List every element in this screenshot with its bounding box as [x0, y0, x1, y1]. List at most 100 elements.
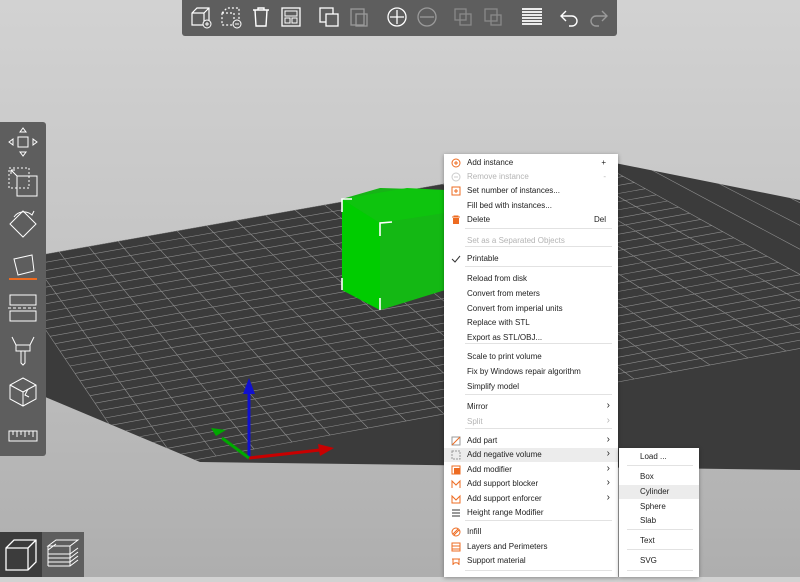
split-objects-button[interactable]: [450, 4, 476, 30]
scale-tool[interactable]: [4, 164, 42, 200]
chevron-right-icon: ›: [607, 399, 610, 413]
menu-separator: [627, 549, 693, 550]
menu-item-label: Remove instance: [467, 170, 529, 184]
measure-tool[interactable]: [4, 418, 42, 454]
negative-volume-submenu: Load ... BoxCylinderSphereSlab Text SVG: [619, 448, 699, 577]
menu-item-support-material[interactable]: Support material: [444, 554, 618, 568]
arrange-button[interactable]: [278, 4, 304, 30]
menu-separator: [465, 394, 612, 395]
top-toolbar: [182, 0, 617, 36]
menu-item-label: Printable: [467, 252, 499, 266]
3d-view-button[interactable]: [0, 532, 42, 577]
menu-item-label: Fill bed with instances...: [467, 199, 552, 213]
menu-item-delete[interactable]: DeleteDel: [444, 213, 618, 227]
menu-item-mirror[interactable]: Mirror›: [444, 400, 618, 414]
chevron-right-icon: ›: [607, 447, 610, 461]
paste-button[interactable]: [346, 4, 372, 30]
check-icon: [451, 254, 461, 264]
menu-item-reload-from-disk[interactable]: Reload from disk: [444, 272, 618, 286]
instances-icon: [451, 186, 461, 196]
chevron-right-icon: ›: [607, 491, 610, 505]
selected-cube[interactable]: [342, 188, 445, 310]
split-parts-icon: [481, 5, 505, 29]
paint-supports-tool[interactable]: [4, 332, 42, 368]
menu-item-label: Reload from disk: [467, 272, 527, 286]
submenu-item-label: Text: [640, 534, 655, 548]
menu-item-convert-from-meters[interactable]: Convert from meters: [444, 287, 618, 301]
menu-item-label: Height range Modifier: [467, 506, 543, 520]
menu-separator: [465, 228, 612, 229]
layers-editing-button[interactable]: [519, 4, 545, 30]
preview-button[interactable]: [42, 532, 84, 577]
menu-separator: [627, 465, 693, 466]
submenu-item-cylinder[interactable]: Cylinder: [619, 485, 699, 499]
menu-item-printable[interactable]: Printable: [444, 252, 618, 266]
cut-tool[interactable]: [4, 290, 42, 326]
menu-item-fix-by-windows-repair-algorithm[interactable]: Fix by Windows repair algorithm: [444, 365, 618, 379]
menu-item-infill[interactable]: Infill: [444, 525, 618, 539]
menu-item-label: Support material: [467, 554, 526, 568]
menu-item-replace-with-stl[interactable]: Replace with STL: [444, 316, 618, 330]
redo-button[interactable]: [586, 4, 612, 30]
submenu-item-box[interactable]: Box: [619, 470, 699, 484]
menu-item-add-support-enforcer[interactable]: Add support enforcer›: [444, 492, 618, 506]
chevron-right-icon: ›: [607, 414, 610, 428]
menu-item-remove-instance[interactable]: Remove instance -: [444, 170, 618, 184]
menu-item-shortcut: Del: [594, 213, 606, 227]
menu-item-label: Add support blocker: [467, 477, 538, 491]
place-on-face-icon: [6, 249, 40, 283]
menu-item-add-modifier[interactable]: Add modifier›: [444, 463, 618, 477]
submenu-item-svg[interactable]: SVG: [619, 554, 699, 568]
menu-separator: [465, 428, 612, 429]
negative-volume-icon: [451, 450, 461, 460]
remove-instance-button[interactable]: [414, 4, 440, 30]
menu-item-split[interactable]: Split›: [444, 415, 618, 429]
menu-item-scale-to-print-volume[interactable]: Scale to print volume: [444, 350, 618, 364]
submenu-item-text[interactable]: Text: [619, 534, 699, 548]
menu-item-add-support-blocker[interactable]: Add support blocker›: [444, 477, 618, 491]
submenu-item-sphere[interactable]: Sphere: [619, 500, 699, 514]
menu-item-simplify-model[interactable]: Simplify model: [444, 380, 618, 394]
arrange-icon: [279, 5, 303, 29]
remove-object-icon: [219, 5, 243, 29]
submenu-item-slab[interactable]: Slab: [619, 514, 699, 528]
undo-button[interactable]: [556, 4, 582, 30]
add-object-icon: [189, 5, 213, 29]
menu-item-shortcut: +: [601, 156, 606, 170]
cut-icon: [6, 291, 40, 325]
rotate-icon: [6, 207, 40, 241]
rotate-tool[interactable]: [4, 206, 42, 242]
support-enforcer-icon: [451, 494, 461, 504]
menu-separator: [465, 570, 612, 571]
menu-item-height-range-modifier[interactable]: Height range Modifier: [444, 506, 618, 520]
menu-item-set-number-of-instances[interactable]: Set number of instances...: [444, 184, 618, 198]
seam-painting-tool[interactable]: [4, 374, 42, 410]
submenu-item-label: Box: [640, 470, 654, 484]
context-menu: Add instance+Remove instance -Set number …: [444, 154, 618, 577]
add-instance-button[interactable]: [384, 4, 410, 30]
submenu-item-label: Slab: [640, 514, 656, 528]
submenu-item-label: Sphere: [640, 500, 666, 514]
menu-item-label: Add negative volume: [467, 448, 542, 462]
delete-all-icon: [249, 5, 273, 29]
remove-button[interactable]: [218, 4, 244, 30]
delete-all-button[interactable]: [248, 4, 274, 30]
left-toolbar: [0, 122, 46, 456]
place-on-face-tool[interactable]: [4, 248, 42, 284]
menu-item-layers-and-perimeters[interactable]: Layers and Perimeters: [444, 540, 618, 554]
copy-icon: [317, 5, 341, 29]
seam-painting-icon: [6, 375, 40, 409]
menu-item-add-part[interactable]: Add part›: [444, 434, 618, 448]
copy-button[interactable]: [316, 4, 342, 30]
split-parts-button[interactable]: [480, 4, 506, 30]
add-instance-icon: [385, 5, 409, 29]
redo-icon: [587, 5, 611, 29]
move-tool[interactable]: [4, 124, 42, 160]
add-button[interactable]: [188, 4, 214, 30]
submenu-item-load[interactable]: Load ...: [619, 450, 699, 464]
menu-item-add-negative-volume[interactable]: Add negative volume ›: [444, 448, 618, 462]
menu-item-add-instance[interactable]: Add instance+: [444, 156, 618, 170]
menu-item-shortcut: -: [603, 170, 606, 184]
menu-item-fill-bed-with-instances[interactable]: Fill bed with instances...: [444, 199, 618, 213]
menu-item-convert-from-imperial-units[interactable]: Convert from imperial units: [444, 302, 618, 316]
